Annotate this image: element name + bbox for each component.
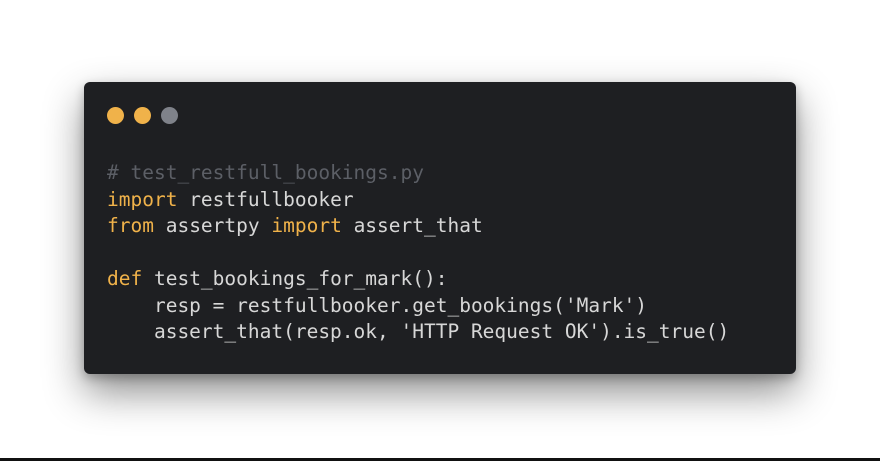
code-token-keyword: import: [107, 187, 178, 211]
code-line: # test_restfull_bookings.py: [107, 160, 729, 187]
code-token-keyword: import: [271, 214, 342, 237]
zoom-dot-icon[interactable]: [161, 107, 178, 124]
close-dot-icon[interactable]: [107, 107, 124, 124]
window-controls: [107, 107, 178, 125]
code-window: # test_restfull_bookings.pyimport restfu…: [84, 82, 796, 374]
code-token-plain: resp = restfullbooker.get_bookings('Mark…: [107, 293, 648, 317]
code-line: assert_that(resp.ok, 'HTTP Request OK').…: [107, 319, 729, 346]
code-line: import restfullbooker: [107, 187, 729, 214]
code-token-plain: assert_that(resp.ok, 'HTTP Request OK').…: [107, 320, 730, 343]
code-line: resp = restfullbooker.get_bookings('Mark…: [107, 293, 729, 320]
code-token-keyword: from: [107, 214, 154, 237]
code-line: def test_bookings_for_mark():: [107, 266, 729, 293]
code-token-comment: # test_restfull_bookings.py: [107, 161, 424, 184]
code-block: # test_restfull_bookings.pyimport restfu…: [107, 160, 729, 346]
code-token-plain: restfullbooker: [177, 187, 354, 211]
code-token-plain: assert_that: [341, 214, 483, 237]
code-token-keyword: def: [107, 267, 143, 290]
code-token-plain: assertpy: [153, 214, 272, 237]
code-line: from assertpy import assert_that: [107, 213, 729, 240]
minimize-dot-icon[interactable]: [134, 107, 151, 124]
code-token-plain: test_bookings_for_mark():: [142, 267, 448, 290]
